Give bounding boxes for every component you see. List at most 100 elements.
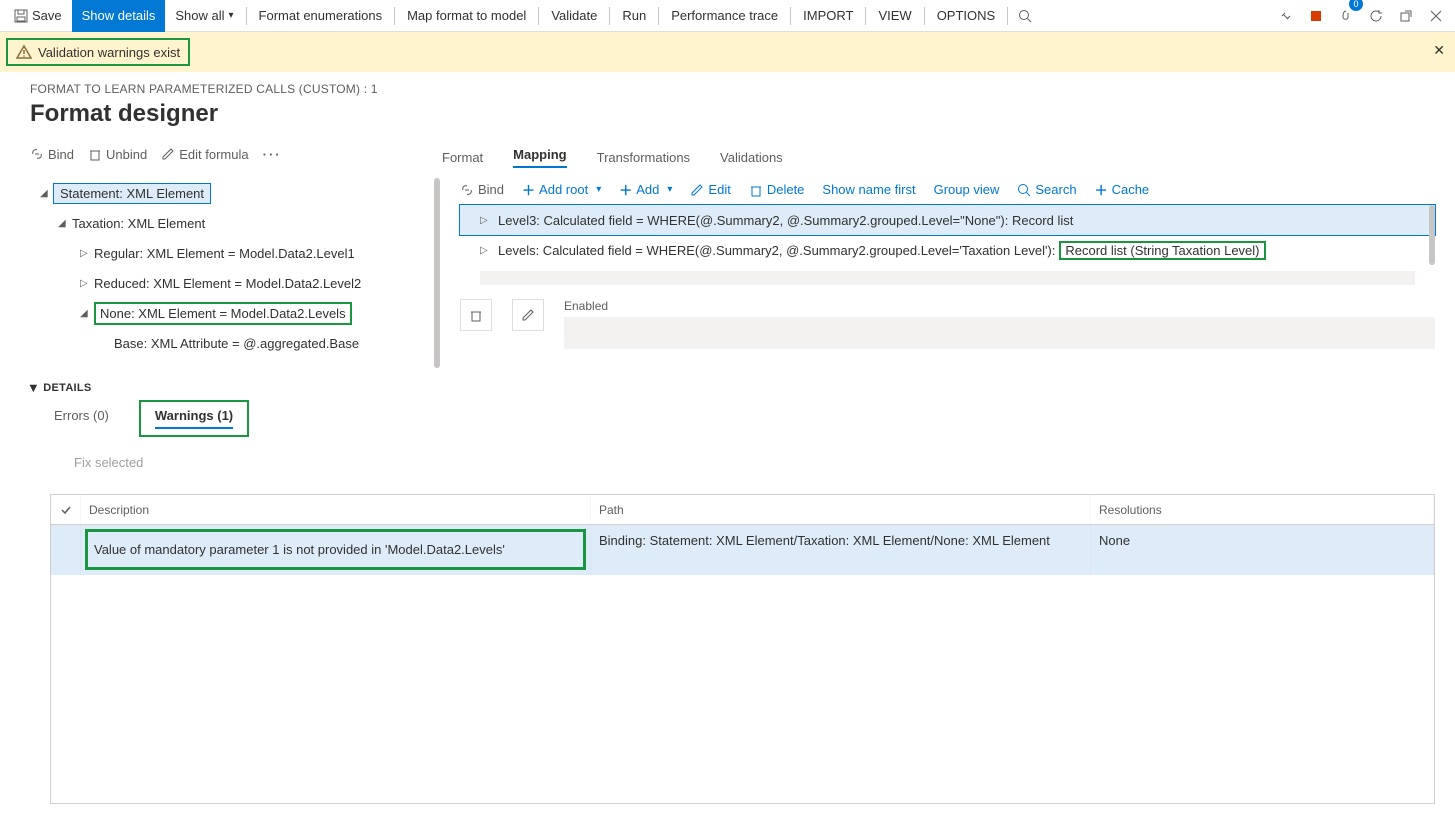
tree-node-none[interactable]: ◢ None: XML Element = Model.Data2.Levels bbox=[30, 298, 430, 328]
more-button[interactable]: ··· bbox=[263, 147, 282, 162]
edit-formula-button[interactable]: Edit formula bbox=[161, 147, 248, 162]
group-view-button[interactable]: Group view bbox=[934, 182, 1000, 197]
add-button[interactable]: ＋ Add ▾ bbox=[619, 180, 672, 199]
col-resolutions[interactable]: Resolutions bbox=[1091, 495, 1434, 524]
tree-node-base[interactable]: Base: XML Attribute = @.aggregated.Base bbox=[30, 328, 430, 358]
edit-formula-label: Edit formula bbox=[179, 147, 248, 162]
unbind-button[interactable]: Unbind bbox=[88, 147, 147, 162]
enabled-label: Enabled bbox=[564, 299, 1435, 313]
separator bbox=[924, 7, 925, 25]
show-details-button[interactable]: Show details bbox=[72, 0, 166, 32]
fix-selected-button[interactable]: Fix selected bbox=[30, 437, 1455, 480]
map-format-button[interactable]: Map format to model bbox=[397, 0, 536, 32]
separator bbox=[790, 7, 791, 25]
separator bbox=[865, 7, 866, 25]
link-icon bbox=[1279, 9, 1293, 23]
banner-close-button[interactable]: ✕ bbox=[1433, 42, 1445, 59]
tree-label: Regular: XML Element = Model.Data2.Level… bbox=[94, 246, 355, 261]
options-menu[interactable]: OPTIONS bbox=[927, 0, 1006, 32]
bind-button-right[interactable]: Bind bbox=[460, 182, 504, 197]
bind-button[interactable]: Bind bbox=[30, 147, 74, 162]
trash-icon bbox=[88, 147, 102, 161]
expand-icon[interactable]: ▷ bbox=[480, 245, 494, 256]
collapse-icon[interactable]: ◢ bbox=[40, 188, 54, 199]
scrollbar[interactable] bbox=[434, 178, 440, 368]
plus-icon: ＋ bbox=[1095, 180, 1108, 199]
col-path[interactable]: Path bbox=[591, 495, 1091, 524]
tree-node-reduced[interactable]: ▷ Reduced: XML Element = Model.Data2.Lev… bbox=[30, 268, 430, 298]
show-all-button[interactable]: Show all ▾ bbox=[165, 0, 243, 32]
row-check[interactable] bbox=[51, 525, 81, 575]
plus-icon: ＋ bbox=[619, 180, 632, 199]
refresh-button[interactable] bbox=[1361, 1, 1391, 31]
enabled-input[interactable] bbox=[564, 317, 1435, 349]
tree-label: Taxation: XML Element bbox=[72, 216, 205, 231]
cache-button[interactable]: ＋ Cache bbox=[1095, 180, 1150, 199]
perf-label: Performance trace bbox=[671, 8, 778, 23]
tab-mapping[interactable]: Mapping bbox=[513, 147, 566, 168]
tab-label: Format bbox=[442, 150, 483, 165]
show-name-label: Show name first bbox=[822, 182, 915, 197]
edit-button[interactable]: Edit bbox=[690, 182, 730, 197]
record-label-prefix: Levels: Calculated field = WHERE(@.Summa… bbox=[498, 243, 1055, 258]
delete-field-button[interactable] bbox=[460, 299, 492, 331]
save-button[interactable]: Save bbox=[4, 0, 72, 32]
tree-label: Statement: XML Element bbox=[54, 184, 210, 203]
collapse-icon[interactable]: ◢ bbox=[80, 308, 94, 319]
scrollbar[interactable] bbox=[1429, 205, 1435, 265]
row-path: Binding: Statement: XML Element/Taxation… bbox=[591, 525, 1091, 575]
tree-node-statement[interactable]: ◢ Statement: XML Element bbox=[30, 178, 430, 208]
view-label: VIEW bbox=[878, 8, 911, 23]
col-description[interactable]: Description bbox=[81, 495, 591, 524]
desc-text: Value of mandatory parameter 1 is not pr… bbox=[85, 529, 586, 570]
tab-warnings[interactable]: Warnings (1) bbox=[155, 408, 233, 429]
page-title: Format designer bbox=[30, 100, 1425, 128]
record-levels[interactable]: ▷ Levels: Calculated field = WHERE(@.Sum… bbox=[460, 235, 1435, 265]
table-row[interactable]: Value of mandatory parameter 1 is not pr… bbox=[51, 525, 1434, 575]
run-button[interactable]: Run bbox=[612, 0, 656, 32]
tab-transformations[interactable]: Transformations bbox=[597, 150, 690, 165]
tree-label: None: XML Element = Model.Data2.Levels bbox=[94, 302, 352, 325]
edit-field-button[interactable] bbox=[512, 299, 544, 331]
validate-button[interactable]: Validate bbox=[541, 0, 607, 32]
office-icon bbox=[1309, 9, 1323, 23]
tab-format[interactable]: Format bbox=[442, 150, 483, 165]
tab-errors[interactable]: Errors (0) bbox=[54, 408, 109, 437]
search-button[interactable] bbox=[1010, 1, 1040, 31]
expand-icon[interactable]: ▷ bbox=[480, 215, 494, 226]
record-level3[interactable]: ▷ Level3: Calculated field = WHERE(@.Sum… bbox=[460, 205, 1435, 235]
check-icon bbox=[60, 504, 72, 516]
tree-node-taxation[interactable]: ◢ Taxation: XML Element bbox=[30, 208, 430, 238]
tree-node-regular[interactable]: ▷ Regular: XML Element = Model.Data2.Lev… bbox=[30, 238, 430, 268]
tree: ◢ Statement: XML Element ◢ Taxation: XML… bbox=[30, 178, 430, 358]
perf-trace-button[interactable]: Performance trace bbox=[661, 0, 788, 32]
tab-validations[interactable]: Validations bbox=[720, 150, 783, 165]
validate-label: Validate bbox=[551, 8, 597, 23]
enabled-row: Enabled bbox=[460, 299, 1435, 349]
import-menu[interactable]: IMPORT bbox=[793, 0, 863, 32]
show-name-first-button[interactable]: Show name first bbox=[822, 182, 915, 197]
warning-content: Validation warnings exist bbox=[6, 38, 190, 66]
expand-icon[interactable]: ▷ bbox=[80, 278, 94, 289]
details-header[interactable]: ▶ DETAILS bbox=[30, 382, 1455, 394]
link-icon-button[interactable] bbox=[1271, 1, 1301, 31]
separator bbox=[1007, 7, 1008, 25]
collapse-icon[interactable]: ◢ bbox=[58, 218, 72, 229]
expand-icon[interactable]: ▷ bbox=[80, 248, 94, 259]
delete-button[interactable]: Delete bbox=[749, 182, 805, 197]
office-icon-button[interactable] bbox=[1301, 1, 1331, 31]
bind-label: Bind bbox=[48, 147, 74, 162]
attachment-icon bbox=[1339, 9, 1353, 23]
chevron-down-icon: ▾ bbox=[596, 184, 601, 195]
row-desc: Value of mandatory parameter 1 is not pr… bbox=[81, 525, 591, 575]
col-check[interactable] bbox=[51, 495, 81, 524]
format-enum-button[interactable]: Format enumerations bbox=[249, 0, 393, 32]
search-button-right[interactable]: Search bbox=[1017, 182, 1076, 197]
group-view-label: Group view bbox=[934, 182, 1000, 197]
title-area: FORMAT TO LEARN PARAMETERIZED CALLS (CUS… bbox=[0, 72, 1455, 134]
popout-button[interactable] bbox=[1391, 1, 1421, 31]
add-root-button[interactable]: ＋ Add root ▾ bbox=[522, 180, 601, 199]
attachment-icon-button[interactable]: 0 bbox=[1331, 1, 1361, 31]
view-menu[interactable]: VIEW bbox=[868, 0, 921, 32]
close-button[interactable] bbox=[1421, 1, 1451, 31]
